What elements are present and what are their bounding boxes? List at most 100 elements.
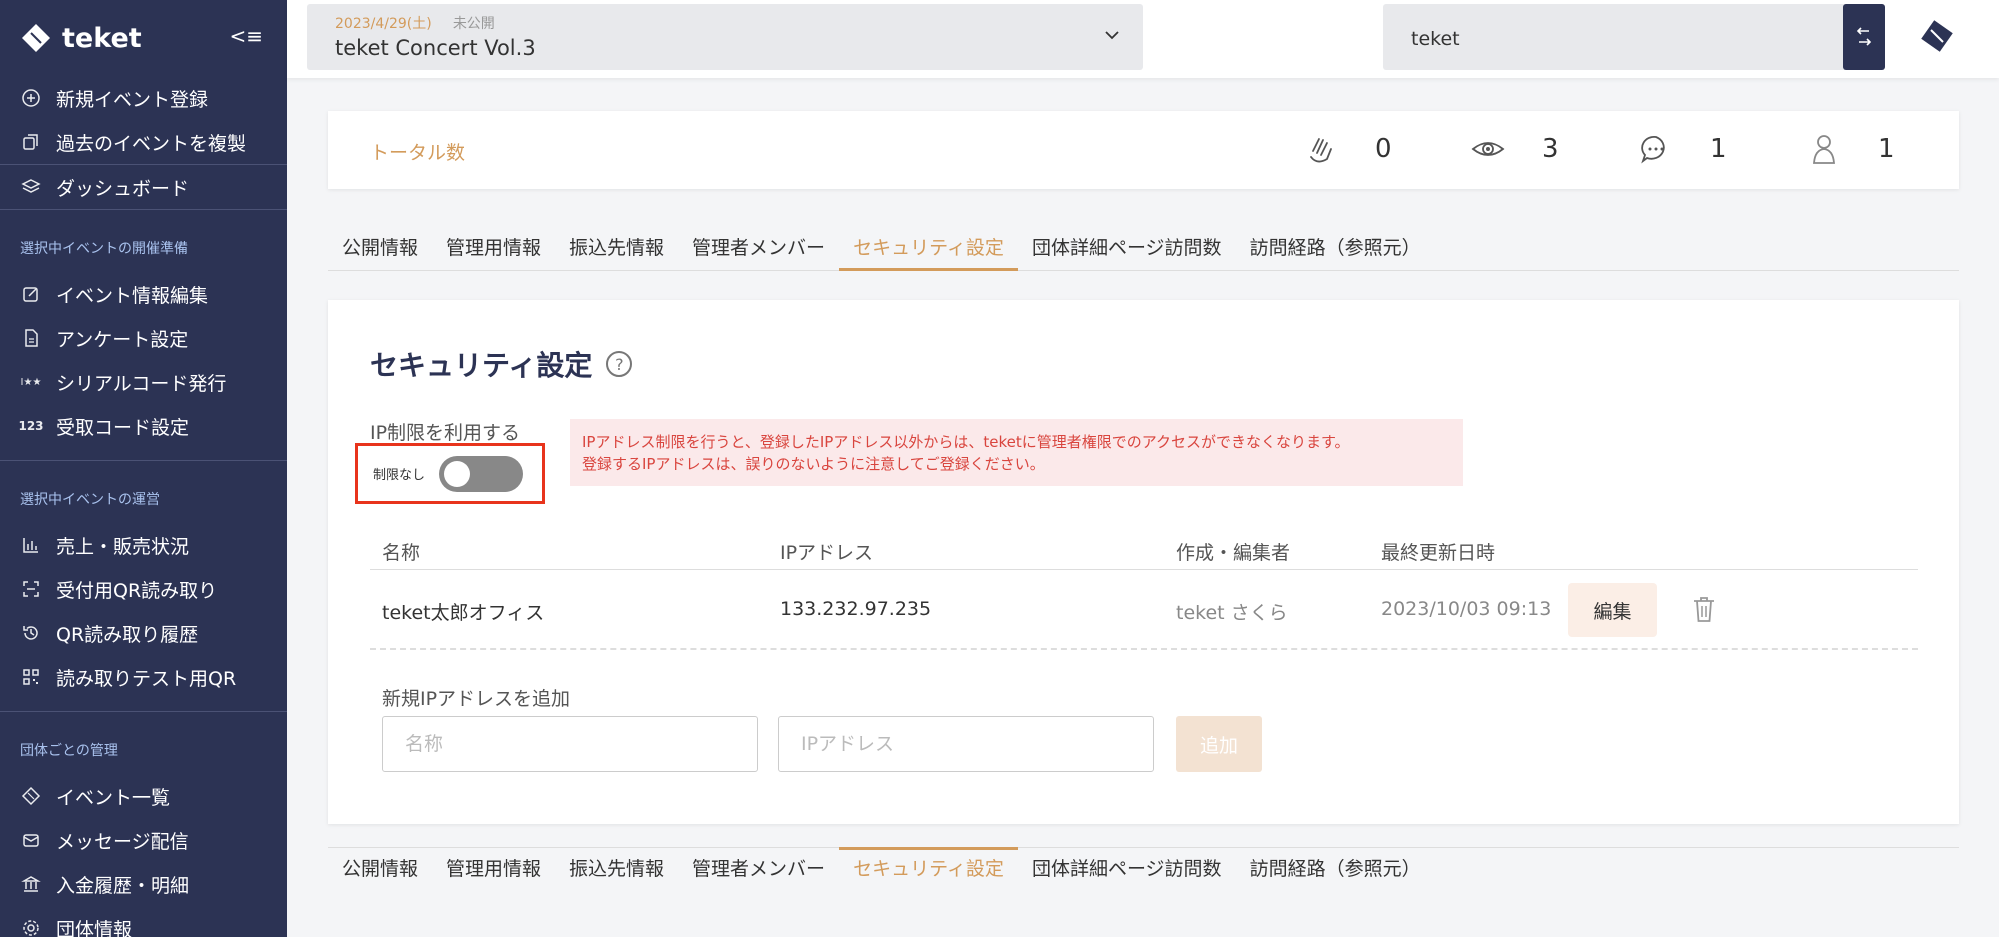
sidebar-item-receive-code[interactable]: 123 受取コード設定	[0, 404, 287, 448]
ticket-icon	[20, 785, 42, 807]
sidebar-section-org: 団体ごとの管理	[20, 743, 118, 759]
sidebar-item-label: 受付用QR読み取り	[56, 579, 218, 602]
sidebar-item-payments[interactable]: 入金履歴・明細	[0, 862, 287, 906]
warning-line-2: 登録するIPアドレスは、誤りのないように注意してご登録ください。	[582, 455, 1045, 473]
ticket-logo-icon	[22, 24, 50, 52]
sidebar-section-ops: 選択中イベントの運営	[20, 492, 160, 508]
sidebar-item-org-info[interactable]: 団体情報	[0, 906, 287, 937]
ip-restriction-toggle-highlight: 制限なし	[355, 443, 545, 504]
app-root: teket <≡ 新規イベント登録 過去のイベントを複製 ダッシュボード 選択中…	[0, 0, 1999, 937]
sidebar-item-label: 読み取りテスト用QR	[56, 667, 237, 690]
event-title: teket Concert Vol.3	[335, 36, 536, 60]
ip-restriction-label: IP制限を利用する	[370, 422, 521, 444]
event-date: 2023/4/29(土)	[335, 16, 432, 32]
tab-security[interactable]: セキュリティ設定	[839, 847, 1018, 891]
column-name: 名称	[382, 542, 421, 564]
stat-users: 1	[1806, 131, 1895, 167]
ip-table-header: 名称 IPアドレス 作成・編集者 最終更新日時	[370, 530, 1918, 570]
event-status: 未公開	[452, 16, 495, 32]
tab-bank-info[interactable]: 振込先情報	[555, 227, 678, 270]
edit-button[interactable]: 編集	[1568, 583, 1657, 637]
topbar: 2023/4/29(土) 未公開 teket Concert Vol.3 tek…	[287, 0, 1999, 78]
copy-icon	[20, 131, 42, 153]
sidebar-item-label: ダッシュボード	[56, 177, 190, 200]
tab-public-info[interactable]: 公開情報	[328, 227, 432, 270]
switch-org-button[interactable]	[1843, 4, 1885, 70]
sidebar-item-event-list[interactable]: イベント一覧	[0, 774, 287, 818]
sidebar-item-dashboard[interactable]: ダッシュボード	[0, 165, 287, 209]
sidebar-item-qr-history[interactable]: QR読み取り履歴	[0, 611, 287, 655]
tab-admin-members[interactable]: 管理者メンバー	[678, 848, 839, 891]
stat-claps-value: 0	[1375, 134, 1392, 164]
help-icon[interactable]: ?	[606, 351, 633, 377]
stat-users-value: 1	[1878, 134, 1895, 164]
tab-bank-info[interactable]: 振込先情報	[555, 848, 678, 891]
person-icon	[1813, 135, 1835, 164]
sidebar-item-label: QR読み取り履歴	[56, 623, 199, 646]
tab-admin-info[interactable]: 管理用情報	[432, 848, 555, 891]
qr-scan-icon	[20, 578, 42, 600]
logo-text: teket	[62, 22, 142, 54]
bar-chart-icon	[20, 534, 42, 556]
tab-public-info[interactable]: 公開情報	[328, 848, 432, 891]
add-ip-label: 新規IPアドレスを追加	[382, 688, 571, 710]
stat-views-value: 3	[1542, 134, 1559, 164]
sidebar-item-new-event[interactable]: 新規イベント登録	[0, 76, 287, 120]
tab-admin-info[interactable]: 管理用情報	[432, 227, 555, 270]
trash-icon[interactable]	[1690, 594, 1718, 624]
sidebar-item-sales[interactable]: 売上・販売状況	[0, 523, 287, 567]
edit-icon	[20, 283, 42, 305]
new-ip-address-input[interactable]	[778, 716, 1154, 772]
event-meta: 2023/4/29(土) 未公開	[335, 13, 1143, 33]
column-editor: 作成・編集者	[1176, 542, 1291, 564]
plus-circle-icon	[20, 87, 42, 109]
sidebar-item-label: 新規イベント登録	[56, 88, 209, 111]
tab-bar-top: 公開情報 管理用情報 振込先情報 管理者メンバー セキュリティ設定 団体詳細ペー…	[328, 227, 1959, 271]
sidebar-item-edit-event[interactable]: イベント情報編集	[0, 272, 287, 316]
stats-label: トータル数	[370, 142, 466, 164]
sidebar-header: teket <≡	[0, 0, 287, 76]
sidebar-item-label: 受取コード設定	[56, 416, 190, 439]
tab-page-visits[interactable]: 団体詳細ページ訪問数	[1018, 848, 1236, 891]
clap-icon	[1310, 138, 1332, 163]
gear-icon	[20, 917, 42, 937]
logo[interactable]: teket	[20, 22, 142, 54]
row-name: teket太郎オフィス	[382, 602, 545, 624]
sidebar-item-survey[interactable]: アンケート設定	[0, 316, 287, 360]
sidebar-item-label: イベント情報編集	[56, 284, 209, 307]
row-ip: 133.232.97.235	[780, 598, 932, 620]
tab-referrers[interactable]: 訪問経路（参照元）	[1236, 227, 1435, 270]
stat-comments-value: 1	[1710, 134, 1727, 164]
collapse-sidebar-icon[interactable]: <≡	[229, 24, 263, 48]
tab-admin-members[interactable]: 管理者メンバー	[678, 227, 839, 270]
user-ticket-icon[interactable]	[1917, 16, 1957, 56]
event-selector[interactable]: 2023/4/29(土) 未公開 teket Concert Vol.3	[307, 4, 1143, 70]
tab-bar-bottom: 公開情報 管理用情報 振込先情報 管理者メンバー セキュリティ設定 団体詳細ペー…	[328, 847, 1959, 891]
org-name-display[interactable]: teket	[1383, 4, 1851, 70]
stat-views: 3	[1470, 131, 1559, 167]
tab-referrers[interactable]: 訪問経路（参照元）	[1236, 848, 1435, 891]
page-title-text: セキュリティ設定	[370, 349, 593, 382]
warning-line-1: IPアドレス制限を行うと、登録したIPアドレス以外からは、teketに管理者権限…	[582, 433, 1350, 451]
tab-page-visits[interactable]: 団体詳細ページ訪問数	[1018, 227, 1236, 270]
add-ip-button[interactable]: 追加	[1176, 716, 1262, 772]
mail-icon	[20, 829, 42, 851]
swap-arrows-icon	[1856, 27, 1872, 46]
sidebar-item-label: シリアルコード発行	[56, 372, 227, 395]
comment-icon	[1641, 135, 1665, 164]
code-123-icon: 123	[18, 419, 44, 433]
sidebar-item-messages[interactable]: メッセージ配信	[0, 818, 287, 862]
new-ip-name-input[interactable]	[382, 716, 758, 772]
toggle-state-label: 制限なし	[373, 468, 426, 483]
ip-restriction-toggle[interactable]	[439, 455, 524, 492]
security-card: セキュリティ設定 ? IP制限を利用する 制限なし IPアドレス制限を行うと、登…	[328, 300, 1959, 824]
tab-security[interactable]: セキュリティ設定	[839, 227, 1018, 271]
sidebar-item-test-qr[interactable]: 読み取りテスト用QR	[0, 655, 287, 699]
bank-icon	[20, 873, 42, 895]
layers-icon	[20, 176, 42, 198]
sidebar-item-serial-code[interactable]: I★★ シリアルコード発行	[0, 360, 287, 404]
sidebar-item-duplicate-event[interactable]: 過去のイベントを複製	[0, 120, 287, 164]
sidebar-item-qr-scan[interactable]: 受付用QR読み取り	[0, 567, 287, 611]
document-icon	[20, 327, 42, 349]
page-title: セキュリティ設定 ?	[370, 344, 633, 384]
